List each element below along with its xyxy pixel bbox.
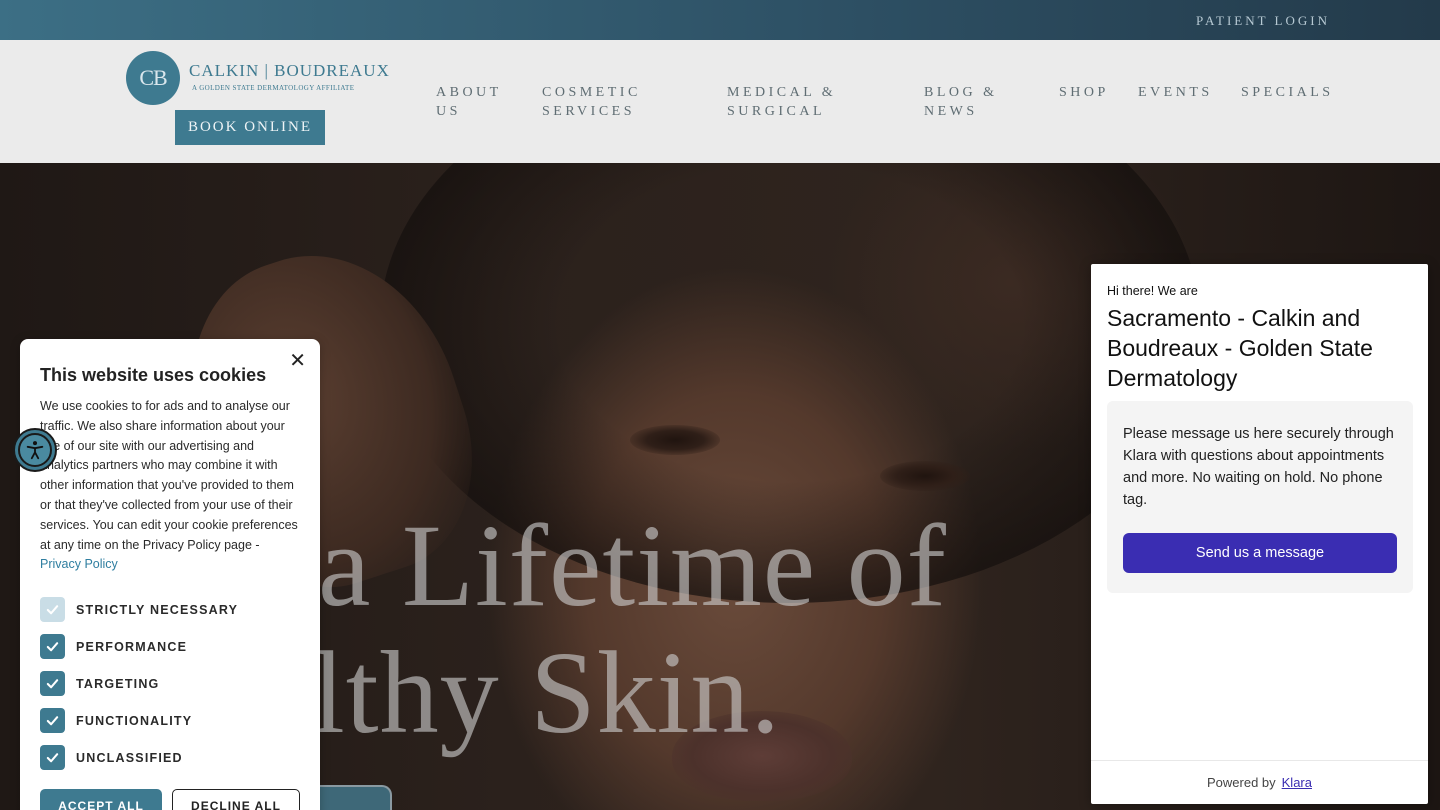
- check-icon: [46, 716, 59, 726]
- checkbox-unclassified[interactable]: [40, 745, 65, 770]
- accessibility-button[interactable]: [13, 428, 57, 472]
- cookie-option-performance[interactable]: PERFORMANCE: [40, 634, 187, 659]
- chat-widget: Hi there! We are Sacramento - Calkin and…: [1091, 264, 1428, 804]
- site-header: CB CALKIN | BOUDREAUX A GOLDEN STATE DER…: [0, 40, 1440, 163]
- accessibility-icon: [18, 433, 52, 467]
- nav-blog-news[interactable]: BLOG & NEWS: [924, 83, 998, 121]
- nav-medical-surgical[interactable]: MEDICAL & SURGICAL: [727, 83, 836, 121]
- powered-by-label: Powered by: [1206, 775, 1276, 790]
- patient-login-link[interactable]: PATIENT LOGIN: [1196, 13, 1330, 29]
- hero-eye-right: [880, 461, 970, 491]
- nav-specials[interactable]: SPECIALS: [1241, 83, 1334, 102]
- accept-all-button[interactable]: ACCEPT ALL: [40, 789, 162, 810]
- check-icon: [46, 605, 59, 615]
- nav-shop[interactable]: SHOP: [1059, 83, 1109, 102]
- cookie-description: We use cookies to for ads and to analyse…: [40, 399, 298, 572]
- hero-headline-line1: a Lifetime of: [318, 500, 947, 631]
- chat-practice-name: Sacramento - Calkin and Boudreaux - Gold…: [1107, 305, 1373, 391]
- cookie-title: This website uses cookies: [40, 365, 267, 385]
- option-label: PERFORMANCE: [76, 639, 188, 654]
- check-icon: [46, 679, 59, 689]
- checkbox-functionality[interactable]: [40, 708, 65, 733]
- decline-all-button[interactable]: DECLINE ALL: [172, 789, 300, 810]
- nav-cosmetic-services[interactable]: COSMETIC SERVICES: [542, 83, 641, 121]
- close-icon[interactable]: ✕: [289, 351, 306, 371]
- hero-eye-left: [630, 425, 720, 455]
- privacy-policy-link[interactable]: Privacy Policy: [40, 557, 118, 571]
- site-logo[interactable]: CB CALKIN | BOUDREAUX A GOLDEN STATE DER…: [126, 51, 389, 107]
- logo-name: CALKIN | BOUDREAUX: [189, 61, 390, 80]
- cookie-option-strictly-necessary[interactable]: STRICTLY NECESSARY: [40, 597, 238, 622]
- nav-about-us[interactable]: ABOUT US: [436, 83, 502, 121]
- cookie-option-functionality[interactable]: FUNCTIONALITY: [40, 708, 192, 733]
- option-label: UNCLASSIFIED: [76, 750, 183, 765]
- klara-link[interactable]: Klara: [1282, 775, 1312, 790]
- option-label: FUNCTIONALITY: [76, 713, 193, 728]
- top-bar: PATIENT LOGIN: [0, 0, 1440, 40]
- nav-events[interactable]: EVENTS: [1138, 83, 1213, 102]
- option-label: TARGETING: [76, 676, 160, 691]
- cookie-option-unclassified[interactable]: UNCLASSIFIED: [40, 745, 183, 770]
- checkbox-targeting[interactable]: [40, 671, 65, 696]
- hero-headline-line2: lthy Skin.: [312, 627, 781, 758]
- checkbox-performance[interactable]: [40, 634, 65, 659]
- option-label: STRICTLY NECESSARY: [76, 602, 239, 617]
- chat-footer: Powered by Klara: [1091, 760, 1428, 804]
- chat-message: Please message us here securely through …: [1123, 426, 1394, 508]
- chat-message-card: Please message us here securely through …: [1107, 401, 1413, 593]
- check-icon: [46, 642, 59, 652]
- check-icon: [46, 753, 59, 763]
- checkbox-strictly-necessary[interactable]: [40, 597, 65, 622]
- chat-greeting: Hi there! We are: [1107, 284, 1198, 298]
- logo-tagline: A GOLDEN STATE DERMATOLOGY AFFILIATE: [192, 84, 355, 92]
- send-message-button[interactable]: Send us a message: [1123, 533, 1397, 573]
- cookie-consent-panel: ✕ This website uses cookies We use cooki…: [20, 339, 320, 810]
- book-online-button[interactable]: BOOK ONLINE: [175, 110, 325, 145]
- cookie-option-targeting[interactable]: TARGETING: [40, 671, 159, 696]
- hero-cta-tab[interactable]: [318, 785, 392, 810]
- logo-monogram: CB: [126, 51, 180, 105]
